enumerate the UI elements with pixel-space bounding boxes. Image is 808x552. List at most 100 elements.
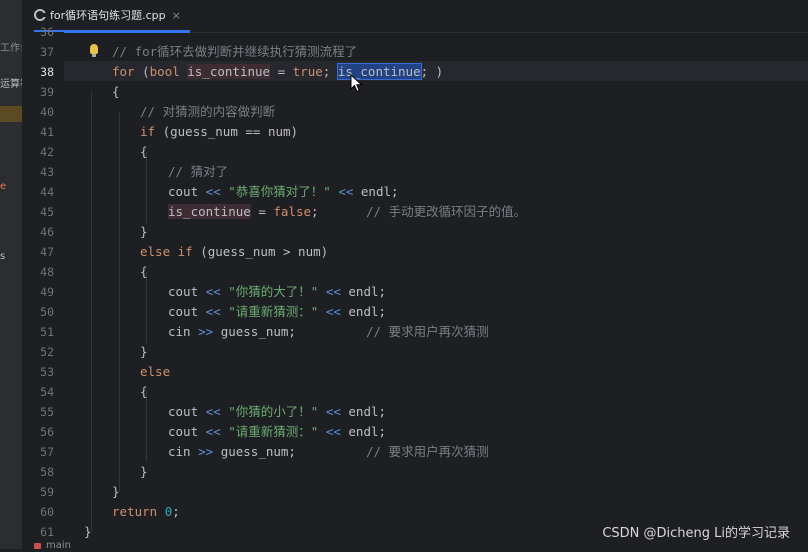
operator: << bbox=[205, 304, 221, 319]
mouse-pointer-icon bbox=[350, 74, 363, 93]
tab-for-loop-exercise[interactable]: for循环语句练习题.cpp × bbox=[34, 0, 190, 33]
line-number: 50 bbox=[40, 305, 54, 319]
line-number: 38 bbox=[40, 65, 54, 79]
code-token: cout bbox=[168, 184, 206, 199]
keyword-if: if bbox=[140, 124, 156, 139]
sidebar-item-workspace[interactable]: 工作台 bbox=[0, 39, 22, 54]
line-number: 58 bbox=[40, 465, 54, 479]
code-line-57: cin >> guess_num; bbox=[168, 442, 296, 462]
branch-label[interactable]: main bbox=[46, 540, 71, 552]
code-line-40: // 对猜测的内容做判断 bbox=[140, 102, 275, 122]
line-number: 42 bbox=[40, 145, 54, 159]
line-number: 45 bbox=[40, 205, 54, 219]
code-token: endl; bbox=[340, 424, 387, 439]
code-line-45: is_continue = false; bbox=[168, 202, 319, 222]
code-line-54: { bbox=[140, 384, 148, 399]
string-literal: "请重新猜测：" bbox=[220, 304, 326, 319]
code-token: cout bbox=[168, 284, 206, 299]
code-line-60: return 0; bbox=[112, 502, 180, 522]
code-token: = bbox=[250, 204, 274, 219]
line-number: 39 bbox=[40, 85, 54, 99]
code-token: cin bbox=[168, 444, 199, 459]
editor-tab-bar: for循环语句练习题.cpp × bbox=[22, 0, 808, 33]
code-line-50: cout << "请重新猜测：" << endl; bbox=[168, 302, 386, 322]
line-number: 46 bbox=[40, 225, 54, 239]
sidebar-item-e[interactable]: e bbox=[0, 181, 6, 192]
sidebar-item-s[interactable]: s bbox=[0, 251, 5, 262]
operator: << bbox=[325, 284, 341, 299]
operator: << bbox=[325, 424, 341, 439]
indent-guide bbox=[146, 152, 147, 224]
line-number: 47 bbox=[40, 245, 54, 259]
code-line-59: } bbox=[112, 484, 120, 499]
lightbulb-icon[interactable] bbox=[90, 44, 98, 57]
keyword-true: true bbox=[292, 64, 323, 79]
code-line-53: else bbox=[140, 362, 170, 382]
code-line-49: cout << "你猜的大了！" << endl; bbox=[168, 282, 386, 302]
code-line-47: else if (guess_num > num) bbox=[140, 242, 328, 262]
line-number: 44 bbox=[40, 185, 54, 199]
project-sidebar: 工作台 运算符 e s bbox=[0, 0, 23, 549]
code-token: endl; bbox=[340, 404, 387, 419]
code-line-37: // for循环去做判断并继续执行猜测流程了 bbox=[112, 42, 357, 62]
line-number: 52 bbox=[40, 345, 54, 359]
code-token: endl; bbox=[340, 304, 387, 319]
string-literal: "你猜的大了！" bbox=[220, 284, 326, 299]
keyword-return: return bbox=[112, 504, 158, 519]
line-number: 41 bbox=[40, 125, 54, 139]
indent-guide bbox=[119, 112, 120, 492]
line-number: 43 bbox=[40, 165, 54, 179]
variable-is-continue: is_continue bbox=[168, 204, 251, 219]
indent-guide bbox=[146, 272, 147, 344]
code-line-56: cout << "请重新猜测：" << endl; bbox=[168, 422, 386, 442]
code-editor[interactable]: // for循环去做判断并继续执行猜测流程了 for (bool is_cont… bbox=[64, 32, 808, 549]
code-token: ; ) bbox=[420, 64, 444, 79]
code-token: (guess_num == num) bbox=[155, 124, 299, 139]
line-number: 55 bbox=[40, 405, 54, 419]
code-token: guess_num; bbox=[213, 324, 296, 339]
line-number: 48 bbox=[40, 265, 54, 279]
comment: // 对猜测的内容做判断 bbox=[140, 104, 276, 119]
sidebar-selected-item[interactable] bbox=[0, 106, 22, 122]
line-number: 56 bbox=[40, 425, 54, 439]
line-number: 59 bbox=[40, 485, 54, 499]
operator: << bbox=[205, 404, 221, 419]
code-line-46: } bbox=[140, 224, 148, 239]
code-line-52: } bbox=[140, 344, 148, 359]
code-line-57-comment: // 要求用户再次猜测 bbox=[366, 442, 489, 462]
line-number: 60 bbox=[40, 505, 54, 519]
keyword-for: for bbox=[112, 64, 135, 79]
code-token: ; bbox=[322, 64, 338, 79]
code-token: ; bbox=[311, 204, 319, 219]
code-line-39: { bbox=[112, 84, 120, 99]
code-line-48: { bbox=[140, 264, 148, 279]
code-token: endl; bbox=[340, 284, 387, 299]
code-token: cout bbox=[168, 424, 206, 439]
tab-label: for循环语句练习题.cpp bbox=[50, 9, 166, 22]
code-line-44: cout << "恭喜你猜对了！" << endl; bbox=[168, 182, 399, 202]
code-line-38: for (bool is_continue = true; is_continu… bbox=[112, 62, 443, 82]
sidebar-item-operators[interactable]: 运算符 bbox=[0, 75, 22, 90]
operator: << bbox=[205, 284, 221, 299]
line-number: 53 bbox=[40, 365, 54, 379]
keyword-else: else bbox=[140, 364, 171, 379]
code-line-58: } bbox=[140, 464, 148, 479]
operator: << bbox=[205, 424, 221, 439]
line-number: 51 bbox=[40, 325, 54, 339]
branch-icon bbox=[34, 543, 41, 549]
operator: >> bbox=[198, 444, 214, 459]
variable-is-continue: is_continue bbox=[187, 64, 271, 79]
line-number: 54 bbox=[40, 385, 54, 399]
line-number: 37 bbox=[40, 45, 54, 59]
comment: // 手动更改循环因子的值。 bbox=[366, 204, 527, 219]
code-line-55: cout << "你猜的小了！" << endl; bbox=[168, 402, 386, 422]
line-number: 49 bbox=[40, 285, 54, 299]
code-line-51-comment: // 要求用户再次猜测 bbox=[366, 322, 489, 342]
watermark: CSDN @Dicheng Li的学习记录 bbox=[602, 526, 790, 541]
code-token: guess_num; bbox=[213, 444, 296, 459]
close-icon[interactable]: × bbox=[172, 9, 181, 22]
comment: // 猜对了 bbox=[168, 164, 229, 179]
indent-guide bbox=[91, 92, 92, 532]
line-number: 57 bbox=[40, 445, 54, 459]
comment: // 要求用户再次猜测 bbox=[366, 324, 489, 339]
